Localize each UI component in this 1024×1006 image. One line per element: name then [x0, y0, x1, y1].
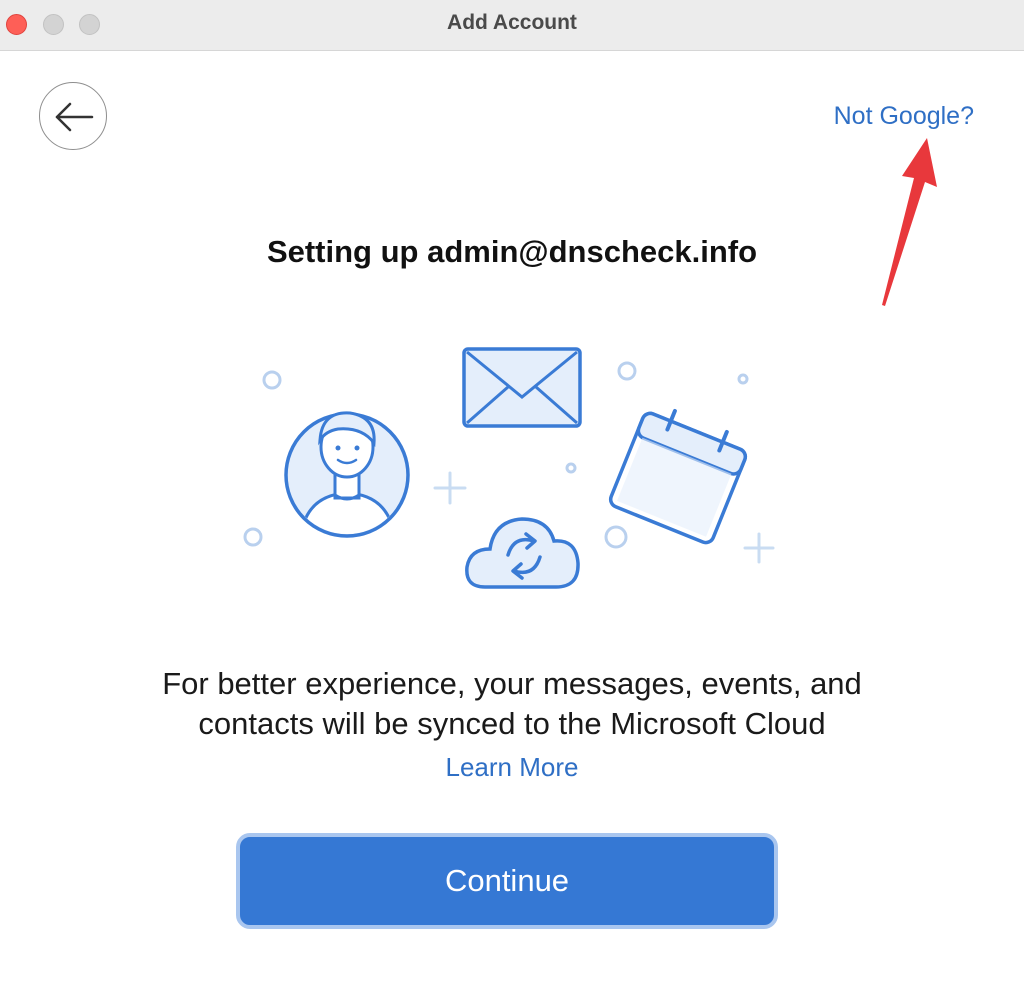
- page-title: Setting up admin@dnscheck.info: [266, 234, 758, 269]
- sync-message-line-1: For better experience, your messages, ev…: [162, 666, 862, 701]
- arrow-left-icon: [55, 102, 94, 132]
- cloud-sync-icon: [465, 517, 580, 589]
- learn-more-link[interactable]: Learn More: [0, 752, 1024, 783]
- calendar-icon: [608, 408, 748, 545]
- window-title: Add Account: [447, 11, 577, 34]
- back-button[interactable]: [39, 82, 107, 150]
- red-arrow-annotation: [882, 138, 937, 306]
- avatar-icon: [284, 411, 410, 538]
- not-google-link[interactable]: Not Google?: [834, 102, 974, 131]
- sync-message: For better experience, your messages, ev…: [80, 664, 944, 744]
- continue-button[interactable]: Continue: [236, 833, 778, 929]
- title-bar: Add Account: [0, 0, 1024, 51]
- add-account-window: Add Account Not Google? Setting up admin…: [0, 0, 1024, 1006]
- envelope-icon: [462, 347, 582, 428]
- sync-message-line-2: contacts will be synced to the Microsoft…: [198, 706, 826, 741]
- sync-illustration: [243, 347, 775, 589]
